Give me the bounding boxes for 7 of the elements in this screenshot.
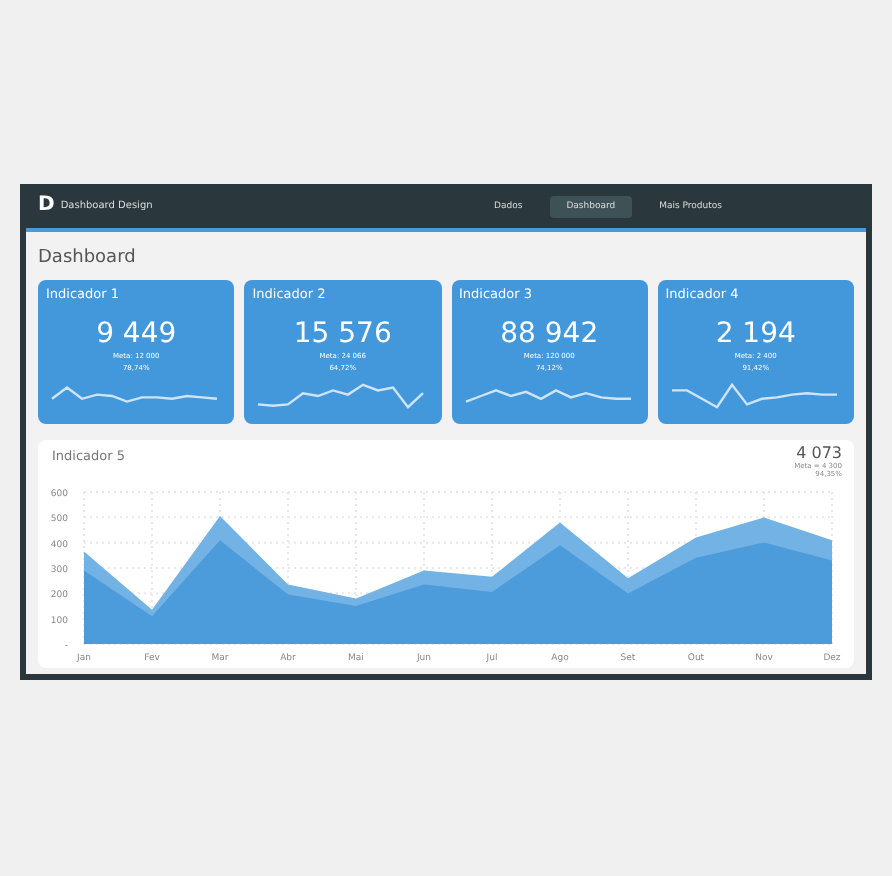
indicator-value: 9 449 [96,318,177,350]
indicator-value: 88 942 [500,318,599,350]
indicator-value: 2 194 [715,318,796,350]
indicator-value: 4 073 [794,444,842,462]
logo-icon: D [38,196,55,216]
page-title: Dashboard [38,248,138,268]
indicator-value: 15 576 [293,318,392,350]
